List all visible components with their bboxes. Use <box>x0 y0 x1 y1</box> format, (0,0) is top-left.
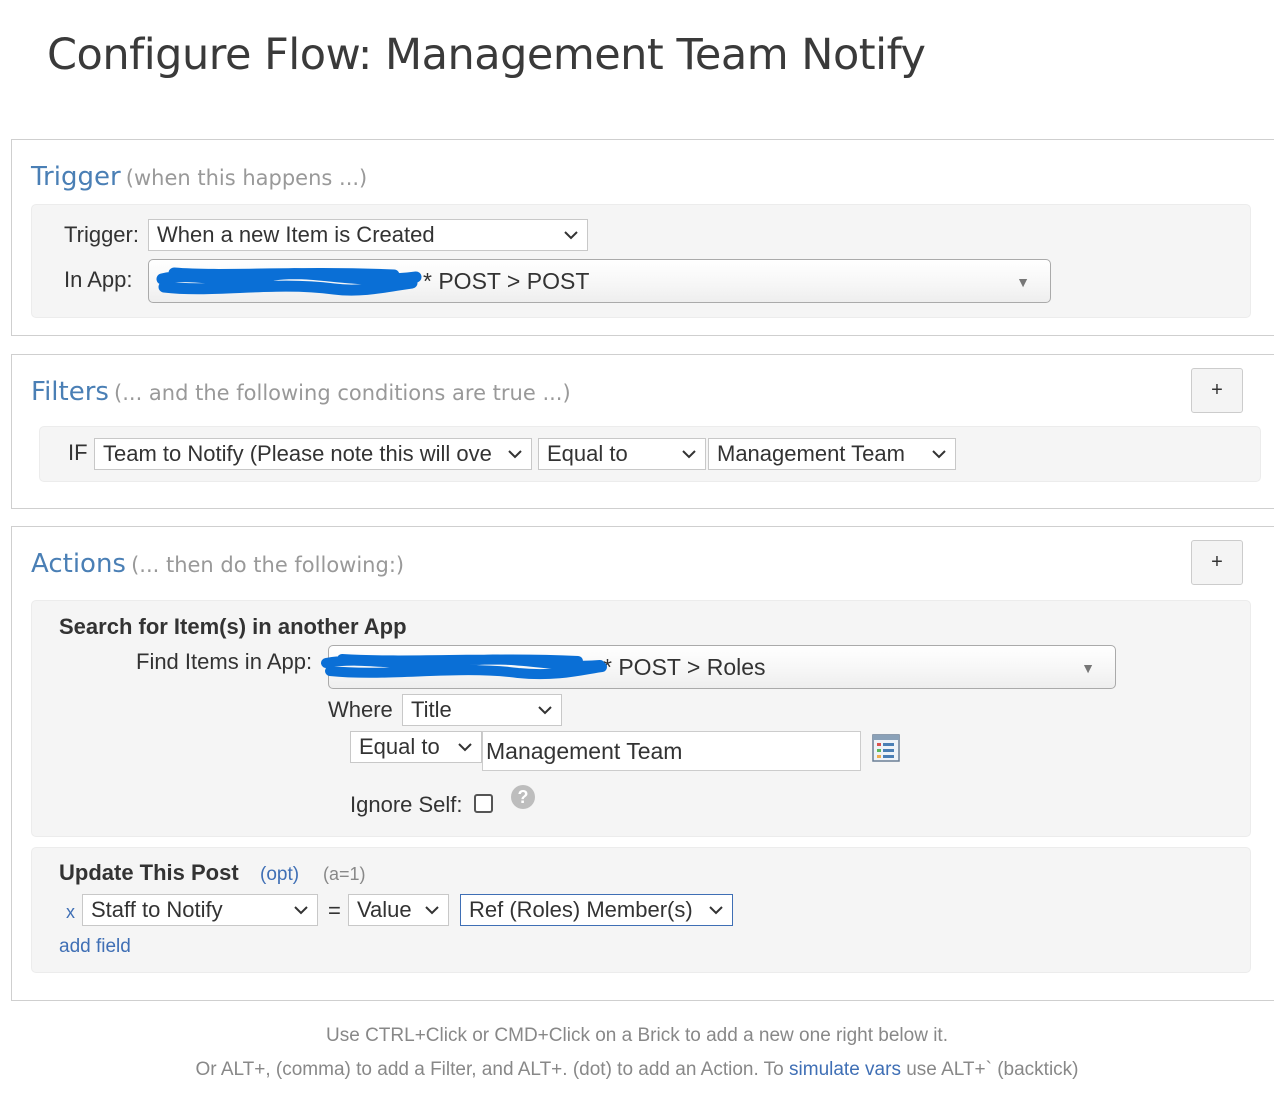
in-app-label: In App: <box>64 267 133 292</box>
where-field-value: Title <box>411 697 452 722</box>
remove-field-button[interactable]: x <box>66 902 75 923</box>
update-brick: Update This Post (opt) (a=1) x Staff to … <box>31 847 1251 973</box>
actions-panel: Actions (... then do the following:) + S… <box>11 526 1274 1001</box>
trigger-subtitle: (when this happens ...) <box>125 166 368 190</box>
update-ref-select[interactable]: Ref (Roles) Member(s) <box>460 894 733 926</box>
footer-hint-2-prefix: Or ALT+, (comma) to add a Filter, and AL… <box>195 1059 790 1080</box>
search-brick-title: Search for Item(s) in another App <box>59 614 407 639</box>
redaction-scribble <box>321 654 607 680</box>
caret-down-icon: ▼ <box>1081 660 1095 676</box>
chevron-down-icon <box>932 450 946 459</box>
trigger-panel: Trigger (when this happens ...) Trigger:… <box>11 139 1274 336</box>
chevron-down-icon <box>709 906 723 915</box>
if-label: IF <box>68 440 88 465</box>
update-field-select[interactable]: Staff to Notify <box>82 894 318 926</box>
chevron-down-icon <box>538 706 552 715</box>
filter-operator-value: Equal to <box>547 441 628 466</box>
chevron-down-icon <box>294 906 308 915</box>
add-field-link[interactable]: add field <box>59 936 131 958</box>
ignore-self-label: Ignore Self: <box>350 792 463 817</box>
trigger-select[interactable]: When a new Item is Created <box>148 219 588 251</box>
actions-heading: Actions (... then do the following:) <box>31 549 404 579</box>
footer-hint-2-suffix: use ALT+` (backtick) <box>900 1059 1079 1080</box>
opt-link[interactable]: (opt) <box>260 864 299 886</box>
footer-hint-2: Or ALT+, (comma) to add a Filter, and AL… <box>0 1059 1274 1081</box>
actions-subtitle: (... then do the following:) <box>131 553 405 577</box>
page-title: Configure Flow: Management Team Notify <box>47 30 926 80</box>
chevron-down-icon <box>458 743 472 752</box>
redaction-scribble <box>156 267 422 296</box>
trigger-heading: Trigger (when this happens ...) <box>31 162 367 192</box>
update-brick-title: Update This Post <box>59 860 239 885</box>
trigger-label: Trigger: <box>64 222 139 247</box>
chevron-down-icon <box>508 450 522 459</box>
filter-operator-select[interactable]: Equal to <box>538 438 706 470</box>
filter-field-select[interactable]: Team to Notify (Please note this will ov… <box>94 438 532 470</box>
search-brick: Search for Item(s) in another App Find I… <box>31 600 1251 837</box>
chevron-down-icon <box>682 450 696 459</box>
trigger-select-value: When a new Item is Created <box>157 222 435 247</box>
action-counter: (a=1) <box>323 864 366 884</box>
update-field-value: Staff to Notify <box>91 897 223 922</box>
where-value-input[interactable]: Management Team <box>482 731 861 771</box>
search-app-value: * POST > Roles <box>603 654 766 680</box>
where-field-select[interactable]: Title <box>402 694 562 726</box>
filters-panel: Filters (... and the following condition… <box>11 354 1274 509</box>
filter-row: IF Team to Notify (Please note this will… <box>39 426 1261 482</box>
filter-value-select[interactable]: Management Team <box>708 438 956 470</box>
chevron-down-icon <box>564 231 578 240</box>
trigger-title: Trigger <box>31 162 121 192</box>
trigger-app-value: * POST > POST <box>423 268 590 294</box>
help-icon[interactable]: ? <box>511 785 535 809</box>
find-items-label: Find Items in App: <box>136 649 313 674</box>
caret-down-icon: ▼ <box>1016 274 1030 290</box>
filters-title: Filters <box>31 377 109 407</box>
trigger-well: Trigger: When a new Item is Created In A… <box>31 204 1251 318</box>
footer-hint-1: Use CTRL+Click or CMD+Click on a Brick t… <box>326 1025 948 1046</box>
where-label: Where <box>328 697 393 722</box>
update-mode-select[interactable]: Value <box>348 894 449 926</box>
filter-field-value: Team to Notify (Please note this will ov… <box>103 441 492 466</box>
equals-sign: = <box>328 898 341 923</box>
chevron-down-icon <box>425 906 439 915</box>
filter-value-value: Management Team <box>717 441 905 466</box>
expression-editor-icon[interactable] <box>872 734 900 762</box>
ignore-self-checkbox[interactable] <box>474 794 493 813</box>
add-action-button[interactable]: + <box>1191 540 1243 585</box>
filters-heading: Filters (... and the following condition… <box>31 377 571 407</box>
filters-subtitle: (... and the following conditions are tr… <box>114 381 571 405</box>
where-operator-select[interactable]: Equal to <box>350 731 482 763</box>
simulate-vars-link[interactable]: simulate vars <box>789 1059 901 1080</box>
add-filter-button[interactable]: + <box>1191 368 1243 413</box>
actions-title: Actions <box>31 549 126 579</box>
update-ref-value: Ref (Roles) Member(s) <box>469 897 693 922</box>
